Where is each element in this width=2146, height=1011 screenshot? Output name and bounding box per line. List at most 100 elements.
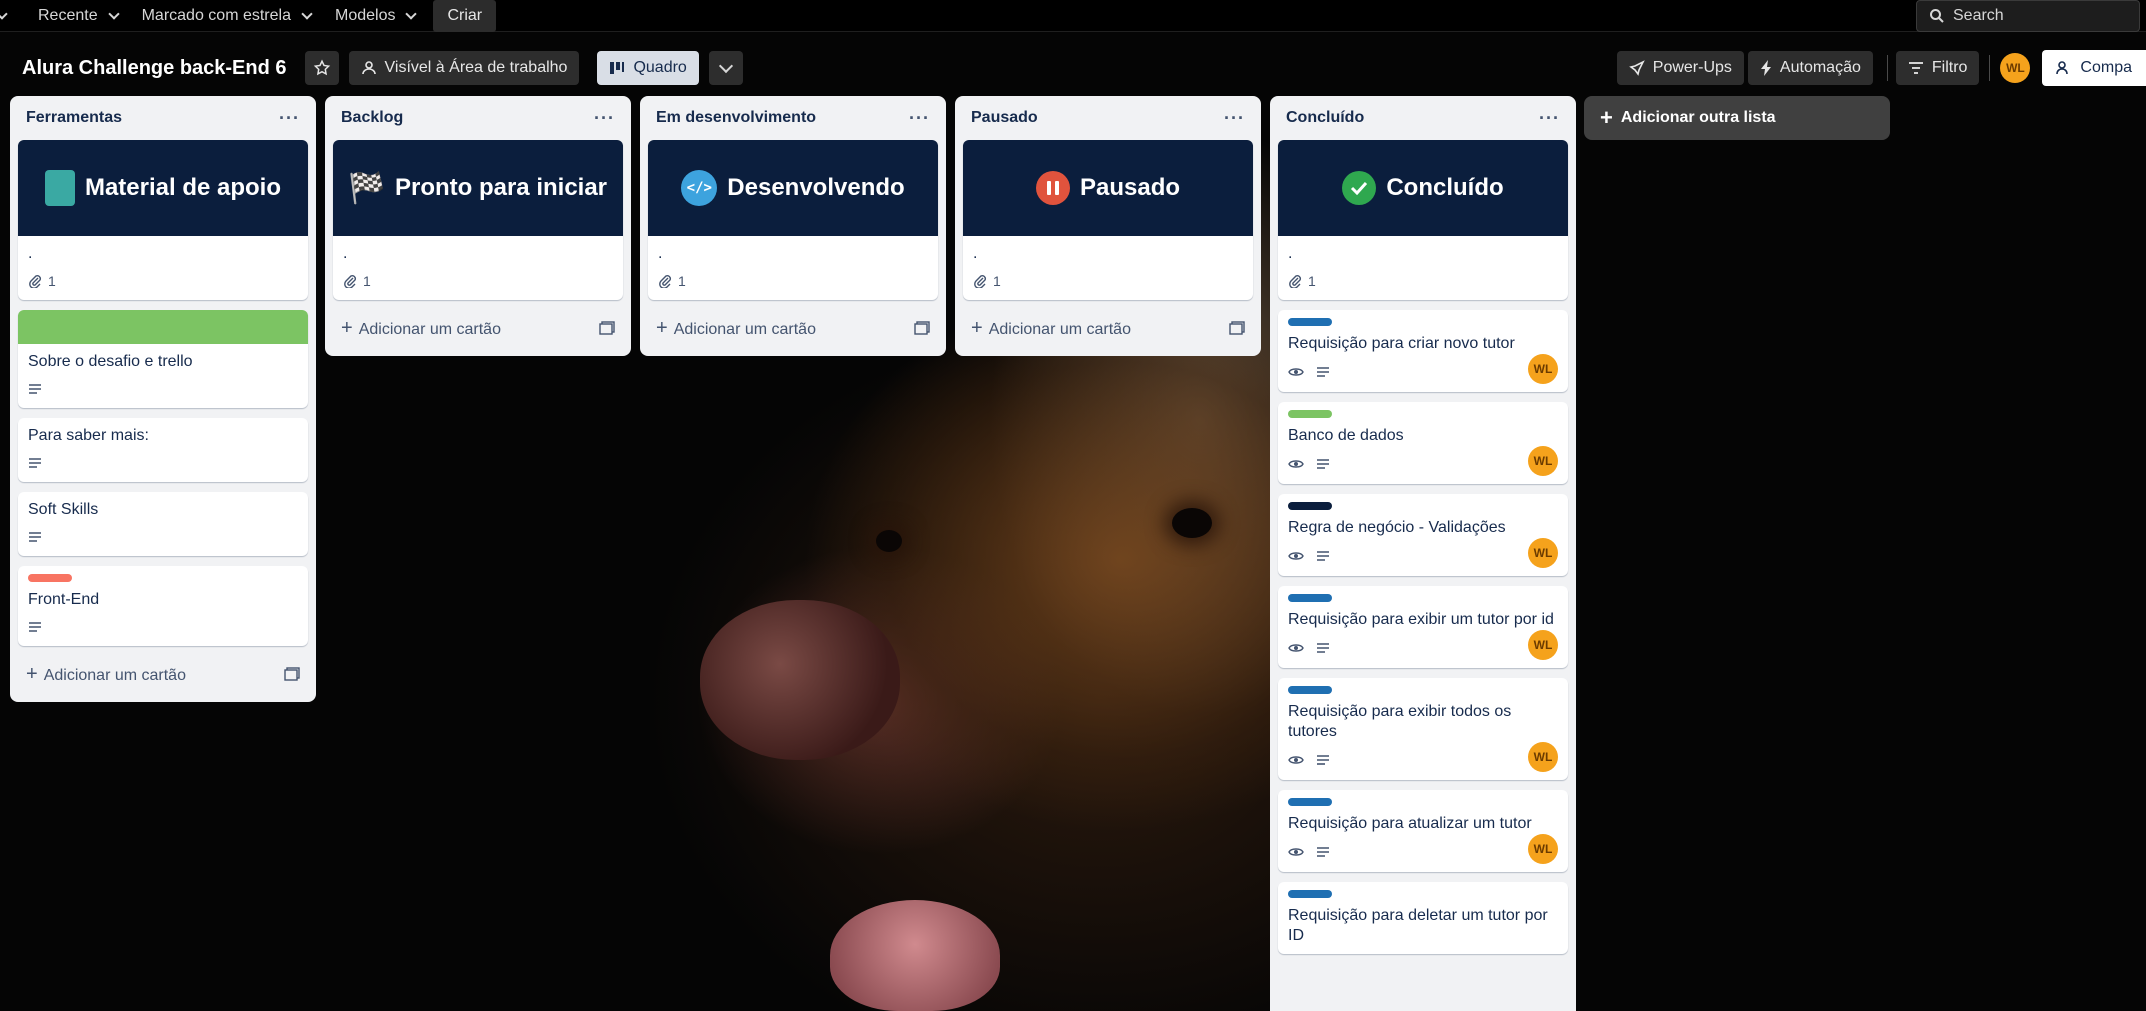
star-board-button[interactable]	[304, 51, 339, 85]
add-card-button[interactable]: + Adicionar um cartão	[963, 310, 1253, 346]
list-header[interactable]: Concluído ···	[1278, 96, 1568, 140]
card-title: Requisição para exibir um tutor por id	[1288, 611, 1554, 628]
filter-label: Filtro	[1931, 59, 1968, 76]
top-navigation-bar: Recente Marcado com estrela Modelos Cria…	[0, 0, 2146, 32]
template-icon[interactable]	[1229, 321, 1245, 335]
card-member-avatar[interactable]: WL	[1528, 742, 1558, 772]
list-header[interactable]: Backlog ···	[333, 96, 623, 140]
card-member-avatar[interactable]: WL	[1528, 538, 1558, 568]
card-badges: 1	[1288, 270, 1558, 292]
description-icon	[1317, 847, 1329, 857]
card-label[interactable]	[1288, 798, 1332, 806]
cover-title: Material de apoio	[84, 174, 282, 201]
card-member-avatar[interactable]: WL	[1528, 446, 1558, 476]
list-card[interactable]: Requisição para exibir um tutor por id W…	[1278, 586, 1568, 668]
list-menu-icon[interactable]: ···	[279, 108, 300, 129]
create-button[interactable]: Criar	[433, 0, 497, 32]
list-menu-icon[interactable]: ···	[1224, 108, 1245, 129]
check-icon	[1342, 171, 1377, 205]
starred-menu[interactable]: Marcado com estrela	[130, 0, 323, 32]
template-icon[interactable]	[914, 321, 930, 335]
list-card[interactable]: Requisição para exibir todos os tutores …	[1278, 678, 1568, 780]
list-header[interactable]: Pausado ···	[963, 96, 1253, 140]
filter-icon	[1908, 62, 1923, 74]
list-card[interactable]: Regra de negócio - Validações WL	[1278, 494, 1568, 576]
card-title: Requisição para criar novo tutor	[1288, 335, 1515, 352]
cover-card[interactable]: Pausado . 1	[963, 140, 1253, 300]
list-title[interactable]: Pausado	[971, 109, 1038, 127]
list-menu-icon[interactable]: ···	[594, 108, 615, 129]
list-menu-icon[interactable]: ···	[1539, 108, 1560, 129]
card-label[interactable]	[1288, 890, 1332, 898]
card-badges: 1	[28, 270, 298, 292]
cover-card[interactable]: Material de apoio . 1	[18, 140, 308, 300]
list-card[interactable]: Front-End	[18, 566, 308, 646]
description-icon	[1317, 755, 1329, 765]
recent-menu[interactable]: Recente	[26, 0, 130, 32]
card-label[interactable]	[28, 574, 72, 582]
powerups-button[interactable]: Power-Ups	[1616, 51, 1744, 85]
description-icon	[29, 622, 41, 632]
template-icon[interactable]	[284, 667, 300, 681]
template-icon[interactable]	[599, 321, 615, 335]
add-card-button[interactable]: + Adicionar um cartão	[333, 310, 623, 346]
board-title[interactable]: Alura Challenge back-End 6	[22, 57, 287, 80]
visibility-label: Visível à Área de trabalho	[384, 59, 568, 76]
member-avatar[interactable]: WL	[2000, 53, 2031, 83]
list-title[interactable]: Em desenvolvimento	[656, 109, 816, 127]
list-card[interactable]: Banco de dados WL	[1278, 402, 1568, 484]
board-icon	[610, 62, 625, 74]
card-member-avatar[interactable]: WL	[1528, 354, 1558, 384]
card-badges: 1	[343, 270, 613, 292]
filter-button[interactable]: Filtro	[1895, 51, 1980, 85]
card-badges	[1288, 637, 1330, 659]
list-menu-icon[interactable]: ···	[909, 108, 930, 129]
cover-card[interactable]: </> Desenvolvendo . 1	[648, 140, 938, 300]
card-badges	[28, 616, 298, 638]
templates-label: Modelos	[334, 6, 396, 24]
list-em-desenvolvimento: Em desenvolvimento ··· </> Desenvolvendo…	[640, 96, 946, 356]
card-label-cover	[18, 310, 308, 344]
search-input[interactable]: Search	[1916, 0, 2140, 32]
list-card[interactable]: Requisição para deletar um tutor por ID	[1278, 882, 1568, 954]
card-cover: Material de apoio	[18, 140, 308, 236]
board-view-button[interactable]: Quadro	[597, 51, 699, 85]
share-button[interactable]: Compa	[2042, 50, 2146, 86]
list-card[interactable]: Soft Skills	[18, 492, 308, 556]
card-member-avatar[interactable]: WL	[1528, 630, 1558, 660]
card-label[interactable]	[1288, 594, 1332, 602]
chevron-down-icon	[718, 58, 733, 73]
list-card[interactable]: Requisição para criar novo tutor WL	[1278, 310, 1568, 392]
card-label[interactable]	[1288, 502, 1332, 510]
cover-card[interactable]: Concluído . 1	[1278, 140, 1568, 300]
card-title: Requisição para exibir todos os tutores	[1288, 703, 1512, 740]
menu-chevron[interactable]	[0, 0, 10, 32]
list-card[interactable]: Requisição para atualizar um tutor WL	[1278, 790, 1568, 872]
card-cover: 🏁 Pronto para iniciar	[333, 140, 623, 236]
cover-card[interactable]: 🏁 Pronto para iniciar . 1	[333, 140, 623, 300]
card-label[interactable]	[1288, 686, 1332, 694]
eye-icon	[1288, 644, 1304, 652]
card-member-avatar[interactable]: WL	[1528, 834, 1558, 864]
automation-button[interactable]: Automação	[1747, 51, 1873, 85]
list-title[interactable]: Concluído	[1286, 109, 1364, 127]
eye-icon	[1288, 460, 1304, 468]
view-switcher-button[interactable]	[708, 51, 743, 85]
list-header[interactable]: Em desenvolvimento ···	[648, 96, 938, 140]
add-card-button[interactable]: + Adicionar um cartão	[18, 656, 308, 692]
list-card[interactable]: Sobre o desafio e trello	[18, 310, 308, 408]
card-title: .	[658, 245, 663, 262]
card-label[interactable]	[1288, 318, 1332, 326]
list-card[interactable]: Para saber mais:	[18, 418, 308, 482]
add-card-button[interactable]: + Adicionar um cartão	[648, 310, 938, 346]
card-label[interactable]	[1288, 410, 1332, 418]
dog-tongue	[830, 900, 1000, 1011]
list-header[interactable]: Ferramentas ···	[18, 96, 308, 140]
list-title[interactable]: Ferramentas	[26, 109, 122, 127]
card-title: Sobre o desafio e trello	[28, 353, 193, 370]
list-title[interactable]: Backlog	[341, 109, 403, 127]
add-list-button[interactable]: + Adicionar outra lista	[1584, 96, 1890, 140]
visibility-button[interactable]: Visível à Área de trabalho	[348, 51, 580, 85]
templates-menu[interactable]: Modelos	[323, 0, 427, 32]
attachment-count: 1	[363, 273, 371, 289]
